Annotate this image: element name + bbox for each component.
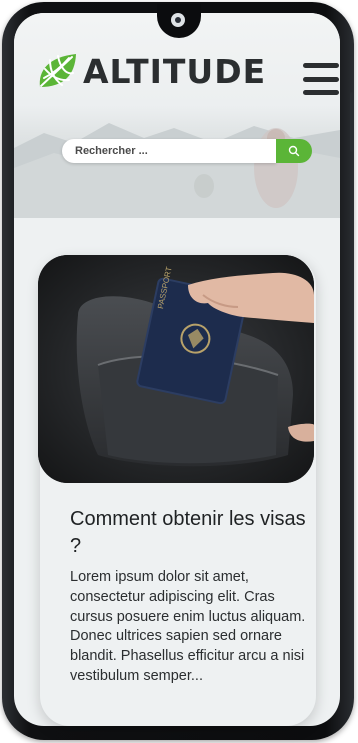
search-icon [288, 145, 300, 157]
brand-name: ALTITUDE [83, 51, 267, 91]
menu-line [303, 76, 339, 82]
hamburger-menu-icon[interactable] [303, 63, 339, 95]
search-bar [62, 139, 312, 163]
search-button[interactable] [276, 139, 312, 163]
menu-line [303, 90, 339, 95]
article-excerpt: Lorem ipsum dolor sit amet, consectetur … [70, 569, 306, 684]
article-image[interactable]: PASSPORT [38, 255, 314, 483]
menu-line [303, 63, 339, 68]
leaf-globe-icon [39, 54, 76, 87]
mountain-background [14, 123, 340, 218]
brand-logo[interactable]: ALTITUDE [36, 51, 266, 91]
search-input[interactable] [62, 139, 276, 163]
phone-side-button [350, 92, 354, 152]
article-title[interactable]: Comment obtenir les visas ? [70, 506, 310, 560]
hero-banner [14, 13, 340, 218]
passport-in-backpack-photo: PASSPORT [38, 255, 314, 483]
front-camera [171, 13, 185, 27]
